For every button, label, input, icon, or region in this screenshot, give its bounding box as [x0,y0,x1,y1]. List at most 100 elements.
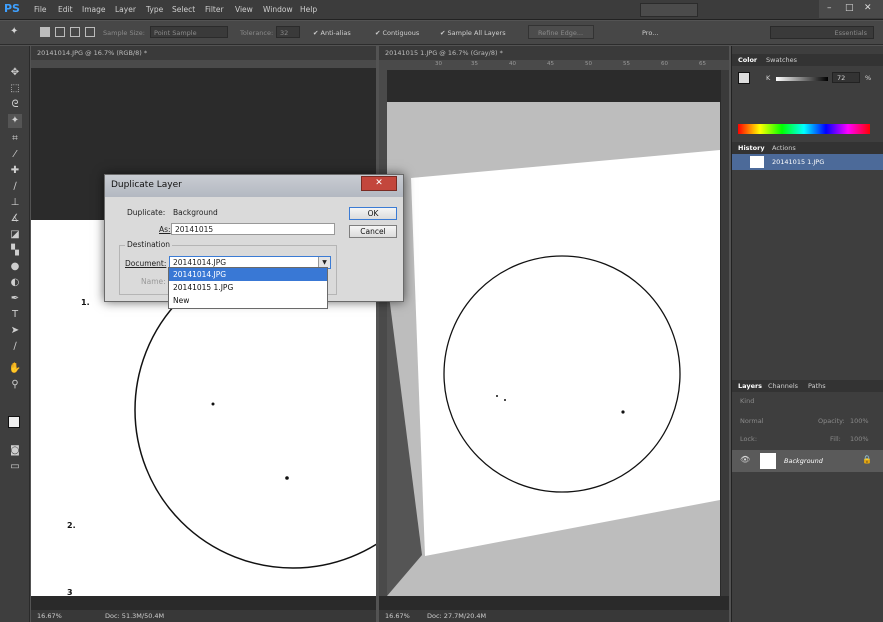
gradient-tool-icon[interactable]: ▚ [8,244,22,258]
new-selection-icon[interactable] [40,27,50,37]
tab-channels[interactable]: Channels [768,382,798,390]
zoom-level-b[interactable]: 16.67% [385,612,410,620]
blur-tool-icon[interactable]: ● [8,260,22,274]
k-label: K [766,74,771,82]
layer-row-background[interactable]: 👁 Background 🔒 [732,450,883,472]
ruler-horizontal-a [31,60,376,68]
tab-layers[interactable]: Layers [738,382,762,390]
shape-tool-icon[interactable]: ∕ [8,340,22,354]
zoom-level-a[interactable]: 16.67% [37,612,62,620]
history-state[interactable]: 20141015 1.JPG [732,154,883,170]
doc-size-a[interactable]: Doc: 51.3M/50.4M [105,612,164,620]
k-slider[interactable] [776,77,828,81]
intersect-selection-icon[interactable] [85,27,95,37]
tab-swatches[interactable]: Swatches [766,56,797,64]
blend-mode-select[interactable]: Normal [740,417,764,425]
screen-mode-icon[interactable]: ▭ [8,460,22,474]
layers-panel-tabs: Layers Channels Paths [732,380,883,392]
type-tool-icon[interactable]: T [8,308,22,322]
k-value-input[interactable]: 72 [832,72,860,83]
tab-history[interactable]: History [738,144,765,152]
minimize-icon[interactable]: – [827,3,832,13]
brush-tool-icon[interactable]: ∕ [8,180,22,194]
pro-label[interactable]: Pro... [642,29,658,37]
document-window-a: 20141014.JPG @ 16.7% (RGB/8) * 1. 2. 3 1… [31,46,376,622]
canvas-a[interactable]: 1. 2. 3 [31,68,376,596]
as-input[interactable]: 20141015 [171,223,335,235]
marquee-tool-icon[interactable]: ⬚ [8,82,22,96]
dropdown-option-20141015-1[interactable]: 20141015 1.JPG [169,281,327,294]
canvas-b[interactable] [387,70,720,596]
ok-button[interactable]: OK [349,207,397,220]
refine-edge-button[interactable]: Refine Edge... [528,25,594,39]
tab-paths[interactable]: Paths [808,382,826,390]
dropdown-option-20141014[interactable]: 20141014.JPG [169,268,327,281]
fill-value[interactable]: 100% [850,435,869,443]
history-thumbnail [750,156,764,168]
close-icon: ✕ [375,178,383,188]
color-fg-swatch[interactable] [738,72,750,84]
dialog-close-button[interactable]: ✕ [361,176,397,191]
cancel-button[interactable]: Cancel [349,225,397,238]
color-panel-tabs: Color Swatches [732,54,883,66]
tolerance-input[interactable]: 32 [276,26,300,38]
workspace-select[interactable]: Essentials [770,26,874,39]
sample-all-layers-checkbox[interactable]: ✔ Sample All Layers [440,29,506,37]
document-tab-b[interactable]: 20141015 1.JPG @ 16.7% (Gray/8) * [379,46,729,60]
path-selection-tool-icon[interactable]: ➤ [8,324,22,338]
clone-stamp-tool-icon[interactable]: ⊥ [8,196,22,210]
healing-brush-tool-icon[interactable]: ✚ [8,164,22,178]
color-ramp[interactable] [738,124,870,134]
contiguous-checkbox[interactable]: ✔ Contiguous [375,29,419,37]
document-dropdown-list: 20141014.JPG 20141015 1.JPG New [168,267,328,309]
pen-tool-icon[interactable]: ✒ [8,292,22,306]
tab-actions[interactable]: Actions [772,144,796,152]
subtract-selection-icon[interactable] [70,27,80,37]
vertical-scrollbar-b[interactable] [721,70,729,596]
as-value: 20141015 [175,225,214,234]
eyedropper-tool-icon[interactable]: ⁄ [8,148,22,162]
ok-label: OK [367,209,379,218]
move-tool-icon[interactable]: ✥ [8,66,22,80]
layer-filter-kind[interactable]: Kind [740,397,754,405]
doc-size-b[interactable]: Doc: 27.7M/20.4M [427,612,486,620]
panels-dock: Color Swatches K 72 % History Actions 20… [731,46,883,622]
document-select-value: 20141014.JPG [173,258,227,267]
add-selection-icon[interactable] [55,27,65,37]
menu-filter[interactable]: Filter [205,5,224,14]
eye-icon[interactable]: 👁 [740,455,750,464]
menu-window[interactable]: Window [263,5,293,14]
zoom-tool-icon[interactable]: ⚲ [8,378,22,392]
menu-view[interactable]: View [235,5,253,14]
menu-help[interactable]: Help [300,5,317,14]
menu-file[interactable]: File [34,5,47,14]
magic-wand-icon[interactable]: ✦ [10,26,18,37]
menu-select[interactable]: Select [172,5,195,14]
lasso-tool-icon[interactable]: ᘓ [8,98,22,112]
menu-type[interactable]: Type [146,5,163,14]
quick-selection-tool-icon[interactable]: ✦ [8,114,22,128]
document-tab-b-label: 20141015 1.JPG @ 16.7% (Gray/8) * [385,49,503,57]
opacity-value[interactable]: 100% [850,417,869,425]
dropdown-option-new[interactable]: New [169,294,327,307]
menu-edit[interactable]: Edit [58,5,73,14]
close-icon[interactable]: ✕ [864,3,872,13]
hand-tool-icon[interactable]: ✋ [8,362,22,376]
ruler-vertical-b [379,70,387,596]
document-tab-a[interactable]: 20141014.JPG @ 16.7% (RGB/8) * [31,46,376,60]
crop-tool-icon[interactable]: ⌗ [8,132,22,146]
history-brush-tool-icon[interactable]: ∡ [8,212,22,226]
foreground-color-swatch[interactable] [8,416,20,428]
dialog-title-bar[interactable]: Duplicate Layer [105,175,403,197]
maximize-icon[interactable]: □ [845,3,854,13]
anti-alias-checkbox[interactable]: ✔ Anti-alias [313,29,351,37]
quick-mask-icon[interactable]: ◙ [8,444,22,458]
mini-bridge-button[interactable] [640,3,698,17]
menu-layer[interactable]: Layer [115,5,136,14]
dodge-tool-icon[interactable]: ◐ [8,276,22,290]
tab-color[interactable]: Color [738,56,757,64]
sample-size-select[interactable]: Point Sample [150,26,228,38]
eraser-tool-icon[interactable]: ◪ [8,228,22,242]
menu-image[interactable]: Image [82,5,106,14]
layer-name[interactable]: Background [784,457,823,465]
